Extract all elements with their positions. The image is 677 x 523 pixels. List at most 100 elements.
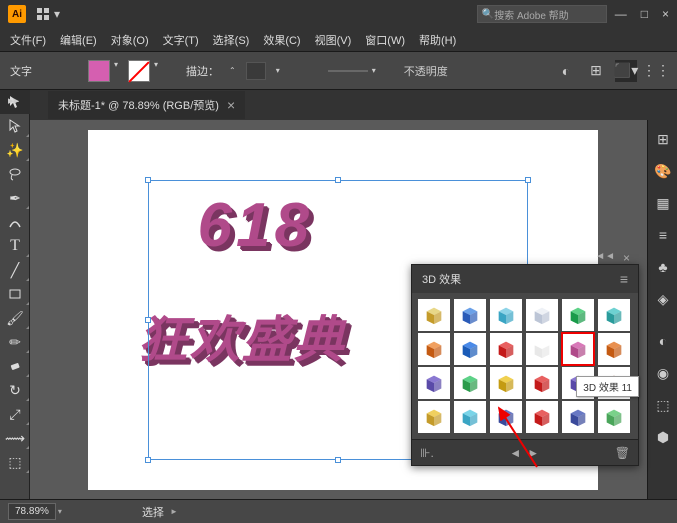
3d-effect-thumb-6[interactable] — [598, 299, 630, 331]
opacity-label[interactable]: 不透明度 — [404, 63, 448, 79]
pen-tool[interactable]: ✒ — [0, 186, 30, 210]
resize-handle-tl[interactable] — [145, 177, 151, 183]
rectangle-tool[interactable] — [0, 282, 30, 306]
3d-effect-thumb-1[interactable] — [418, 299, 450, 331]
appearance-panel-icon[interactable]: ◉ — [648, 358, 677, 388]
3d-effect-thumb-23[interactable] — [562, 401, 594, 433]
curvature-tool[interactable] — [0, 210, 30, 234]
collapse-panel-icon[interactable]: ◄◄ — [595, 251, 615, 265]
resize-handle-bm[interactable] — [335, 457, 341, 463]
grid-icon — [36, 7, 50, 21]
chevron-down-icon[interactable]: ▾ — [274, 66, 282, 75]
close-panel-icon[interactable]: × — [623, 251, 630, 265]
chevron-down-icon: ▾ — [54, 7, 60, 21]
3d-effect-thumb-13[interactable] — [418, 367, 450, 399]
panel-menu-icon[interactable]: ≡ — [620, 271, 628, 287]
3d-effect-thumb-5[interactable] — [562, 299, 594, 331]
3d-effect-thumb-21[interactable] — [490, 401, 522, 433]
menu-type[interactable]: 文字(T) — [157, 30, 205, 50]
resize-handle-tr[interactable] — [525, 177, 531, 183]
3d-effect-thumb-10[interactable] — [526, 333, 558, 365]
transparency-panel-icon[interactable]: ◐ — [648, 326, 677, 356]
next-icon[interactable]: ► — [527, 446, 539, 460]
fill-color-swatch[interactable] — [88, 60, 110, 82]
3d-effect-thumb-20[interactable] — [454, 401, 486, 433]
type-tool[interactable]: T — [0, 234, 30, 258]
chevron-down-icon[interactable]: ▾ — [152, 60, 160, 82]
menu-select[interactable]: 选择(S) — [207, 30, 256, 50]
expand-panels-icon[interactable]: ▸▸ — [8, 94, 19, 107]
align-icon[interactable]: ⊞ — [585, 60, 607, 82]
document-tab[interactable]: 未标题-1* @ 78.89% (RGB/预览) × — [48, 91, 245, 119]
stroke-profile-dropdown[interactable]: ▾ — [328, 66, 378, 76]
status-tool-label: 选择 — [142, 504, 164, 520]
layers-panel-icon[interactable]: ⬢ — [648, 422, 677, 452]
3d-effect-thumb-14[interactable] — [454, 367, 486, 399]
stroke-panel-icon[interactable]: ◈ — [648, 284, 677, 314]
3d-effect-thumb-3[interactable] — [490, 299, 522, 331]
stroke-weight-input[interactable] — [246, 62, 266, 80]
3d-effect-thumb-4[interactable] — [526, 299, 558, 331]
menu-object[interactable]: 对象(O) — [105, 30, 155, 50]
menu-view[interactable]: 视图(V) — [309, 30, 358, 50]
chevron-down-icon[interactable]: ▾ — [112, 60, 120, 82]
3d-effect-thumb-12[interactable] — [598, 333, 630, 365]
3d-effect-thumb-24[interactable] — [598, 401, 630, 433]
free-transform-tool[interactable]: ⬚ — [0, 450, 30, 474]
delete-icon[interactable]: 🗑 — [615, 446, 630, 460]
3d-effect-thumb-2[interactable] — [454, 299, 486, 331]
stroke-label: 描边： — [186, 63, 219, 79]
close-button[interactable]: × — [662, 7, 669, 21]
stepper-up-icon[interactable]: ⌃ — [227, 66, 238, 75]
menu-file[interactable]: 文件(F) — [4, 30, 52, 50]
properties-panel-icon[interactable]: ⊞ — [648, 124, 677, 154]
zoom-level[interactable]: 78.89% — [8, 503, 56, 520]
3d-effects-panel: 3D 效果 ◄◄ × ≡ ⊪. ◄ ► 🗑 — [411, 264, 639, 466]
color-panel-icon[interactable]: 🎨 — [648, 156, 677, 186]
prev-icon[interactable]: ◄ — [509, 446, 521, 460]
3d-effect-thumb-11[interactable] — [562, 333, 594, 365]
transform-icon[interactable]: ⬛▾ — [615, 60, 637, 82]
3d-effect-thumb-19[interactable] — [418, 401, 450, 433]
direct-selection-tool[interactable] — [0, 114, 30, 138]
recolor-artwork-icon[interactable]: ◐ — [555, 60, 577, 82]
scale-tool[interactable]: ⤢ — [0, 402, 30, 426]
resize-handle-bl[interactable] — [145, 457, 151, 463]
eraser-tool[interactable] — [0, 354, 30, 378]
paintbrush-tool[interactable]: 🖌 — [0, 306, 30, 330]
graphic-styles-panel-icon[interactable]: ⬚ — [648, 390, 677, 420]
menu-effect[interactable]: 效果(C) — [257, 30, 306, 50]
3d-effect-thumb-8[interactable] — [454, 333, 486, 365]
stroke-color-swatch[interactable] — [128, 60, 150, 82]
menu-window[interactable]: 窗口(W) — [359, 30, 411, 50]
rotate-tool[interactable]: ↻ — [0, 378, 30, 402]
maximize-button[interactable]: □ — [641, 7, 648, 21]
context-label: 文字 — [10, 63, 32, 79]
3d-effect-thumb-15[interactable] — [490, 367, 522, 399]
tab-close-button[interactable]: × — [227, 97, 235, 113]
brushes-panel-icon[interactable]: ≡ — [648, 220, 677, 250]
symbols-panel-icon[interactable]: ♣ — [648, 252, 677, 282]
title-bar: Ai ▾ 🔍 搜索 Adobe 帮助 — □ × — [0, 0, 677, 28]
tools-panel: ✨ ✒ T ╱ 🖌 ✏ ↻ ⤢ ⟿ ⬚ — [0, 90, 30, 499]
swatches-panel-icon[interactable]: ▦ — [648, 188, 677, 218]
tab-title: 未标题-1* @ 78.89% (RGB/预览) — [58, 97, 219, 113]
lasso-tool[interactable] — [0, 162, 30, 186]
minimize-button[interactable]: — — [615, 7, 627, 21]
3d-effect-thumb-9[interactable] — [490, 333, 522, 365]
3d-effect-thumb-7[interactable] — [418, 333, 450, 365]
isolate-icon[interactable]: ⋮⋮ — [645, 60, 667, 82]
menu-edit[interactable]: 编辑(E) — [54, 30, 103, 50]
resize-handle-tm[interactable] — [335, 177, 341, 183]
resize-handle-ml[interactable] — [145, 317, 151, 323]
search-input[interactable]: 🔍 搜索 Adobe 帮助 — [477, 5, 607, 23]
shaper-tool[interactable]: ✏ — [0, 330, 30, 354]
width-tool[interactable]: ⟿ — [0, 426, 30, 450]
menu-help[interactable]: 帮助(H) — [413, 30, 462, 50]
3d-effect-thumb-16[interactable] — [526, 367, 558, 399]
line-tool[interactable]: ╱ — [0, 258, 30, 282]
library-icon[interactable]: ⊪. — [420, 446, 434, 460]
workspace-switcher[interactable]: ▾ — [36, 7, 60, 21]
magic-wand-tool[interactable]: ✨ — [0, 138, 30, 162]
3d-effect-thumb-22[interactable] — [526, 401, 558, 433]
